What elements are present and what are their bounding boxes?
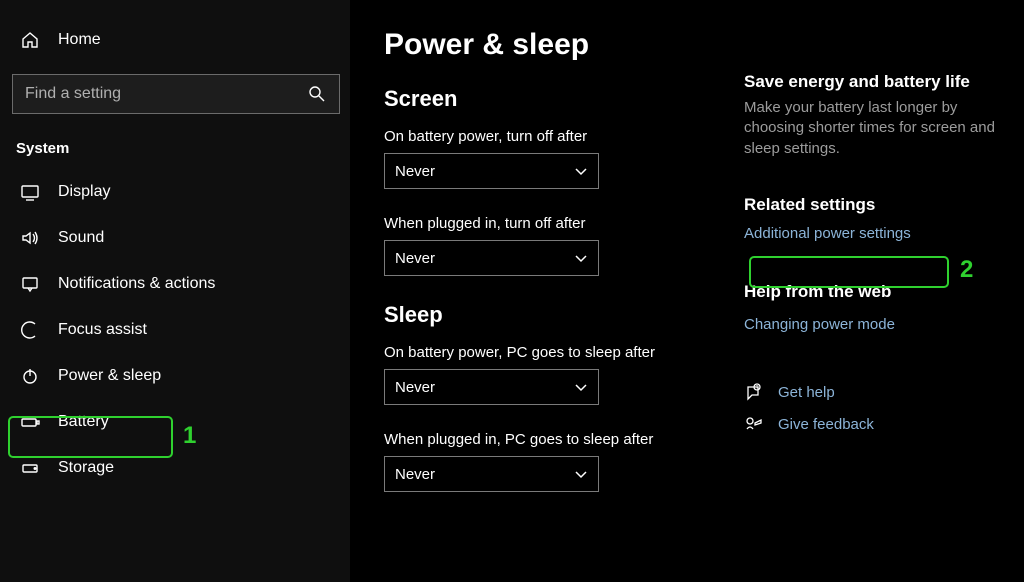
search-input-wrapper[interactable] — [12, 74, 340, 114]
related-settings-heading: Related settings — [744, 195, 1004, 215]
screen-plugged-label: When plugged in, turn off after — [384, 215, 744, 232]
feedback-icon — [744, 415, 764, 435]
changing-power-mode-link[interactable]: Changing power mode — [744, 316, 1004, 333]
sleep-battery-label: On battery power, PC goes to sleep after — [384, 344, 744, 361]
sidebar-item-label: Notifications & actions — [58, 275, 215, 293]
sleep-plugged-label: When plugged in, PC goes to sleep after — [384, 431, 744, 448]
dropdown-value: Never — [395, 250, 435, 267]
sidebar-item-label: Battery — [58, 413, 109, 431]
sleep-battery-dropdown[interactable]: Never — [384, 369, 599, 405]
storage-icon — [20, 458, 40, 478]
home-button[interactable]: Home — [12, 20, 340, 60]
sidebar-item-label: Power & sleep — [58, 367, 161, 385]
display-icon — [20, 182, 40, 202]
search-input[interactable] — [25, 85, 307, 103]
help-from-web-heading: Help from the web — [744, 282, 1004, 302]
get-help-row[interactable]: ? Get help — [744, 383, 1004, 403]
battery-icon — [20, 412, 40, 432]
sidebar-item-label: Display — [58, 183, 110, 201]
help-icon: ? — [744, 383, 764, 403]
additional-power-settings-link[interactable]: Additional power settings — [744, 225, 1004, 242]
main-content: Power & sleep Screen On battery power, t… — [350, 0, 1024, 582]
sidebar-item-focus-assist[interactable]: Focus assist — [12, 309, 340, 351]
power-icon — [20, 366, 40, 386]
sidebar: Home System Display Sound Notifications … — [0, 0, 350, 582]
sleep-plugged-dropdown[interactable]: Never — [384, 456, 599, 492]
chevron-down-icon — [574, 164, 588, 178]
sidebar-item-label: Storage — [58, 459, 114, 477]
energy-heading: Save energy and battery life — [744, 72, 1004, 92]
dropdown-value: Never — [395, 466, 435, 483]
section-label-system: System — [12, 134, 340, 167]
feedback-row[interactable]: Give feedback — [744, 415, 1004, 435]
sidebar-item-battery[interactable]: Battery — [12, 401, 340, 443]
dropdown-value: Never — [395, 379, 435, 396]
give-feedback-link[interactable]: Give feedback — [778, 416, 874, 433]
page-title: Power & sleep — [384, 28, 744, 62]
sidebar-item-storage[interactable]: Storage — [12, 447, 340, 489]
sidebar-item-label: Sound — [58, 229, 104, 247]
sidebar-item-display[interactable]: Display — [12, 171, 340, 213]
section-sleep-heading: Sleep — [384, 302, 744, 328]
sidebar-item-power-sleep[interactable]: Power & sleep — [12, 355, 340, 397]
get-help-link[interactable]: Get help — [778, 384, 835, 401]
notifications-icon — [20, 274, 40, 294]
chevron-down-icon — [574, 251, 588, 265]
search-icon — [307, 84, 327, 104]
energy-text: Make your battery last longer by choosin… — [744, 98, 1004, 159]
chevron-down-icon — [574, 380, 588, 394]
home-icon — [20, 30, 40, 50]
chevron-down-icon — [574, 467, 588, 481]
dropdown-value: Never — [395, 163, 435, 180]
focus-assist-icon — [20, 320, 40, 340]
sidebar-item-label: Focus assist — [58, 321, 147, 339]
sidebar-item-notifications[interactable]: Notifications & actions — [12, 263, 340, 305]
screen-plugged-dropdown[interactable]: Never — [384, 240, 599, 276]
screen-battery-dropdown[interactable]: Never — [384, 153, 599, 189]
sidebar-item-sound[interactable]: Sound — [12, 217, 340, 259]
home-label: Home — [58, 31, 101, 49]
svg-text:?: ? — [756, 385, 759, 391]
sound-icon — [20, 228, 40, 248]
section-screen-heading: Screen — [384, 86, 744, 112]
screen-battery-label: On battery power, turn off after — [384, 128, 744, 145]
